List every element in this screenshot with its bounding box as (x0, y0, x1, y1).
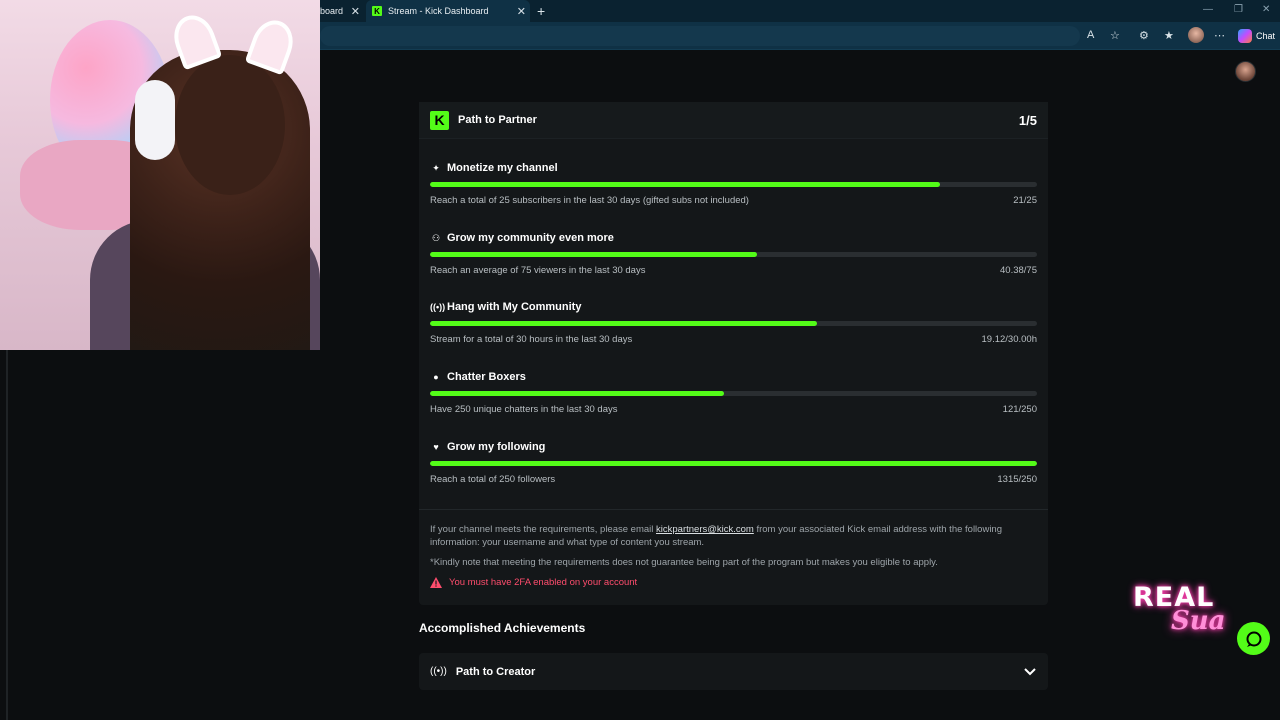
progress-bar (430, 182, 1037, 187)
tab-close-icon[interactable]: ✕ (351, 5, 360, 18)
logo-line2: Sua (1171, 606, 1226, 636)
goal-description: Have 250 unique chatters in the last 30 … (430, 404, 618, 415)
goal-value: 121/250 (1002, 404, 1037, 415)
tab-close-icon[interactable]: ✕ (517, 5, 526, 18)
maximize-icon[interactable]: ❐ (1234, 4, 1243, 15)
tab-label: Stream - Kick Dashboard (388, 6, 489, 16)
goal-value: 1315/250 (997, 474, 1037, 485)
progress-fill (430, 321, 817, 326)
achievement-path-to-creator[interactable]: ((•)) Path to Creator (419, 653, 1048, 690)
chevron-down-icon[interactable] (1023, 665, 1037, 679)
broadcast-icon: ((•)) (430, 666, 447, 677)
goal-value: 21/25 (1013, 195, 1037, 206)
copilot-chat-button[interactable]: Chat (1238, 26, 1275, 46)
panel-header: K Path to Partner 1/5 (419, 102, 1048, 139)
streamer-logo: REAL Sua (1133, 582, 1228, 642)
browser-tab-active[interactable]: K Stream - Kick Dashboard ✕ (366, 0, 530, 22)
email-link[interactable]: kickpartners@kick.com (656, 524, 754, 535)
tab-label: board (320, 6, 344, 16)
progress-bar (430, 461, 1037, 466)
minimize-icon[interactable]: — (1203, 4, 1213, 15)
goal-title: Hang with My Community (447, 301, 582, 313)
goal-item: ⚇ Grow my community even more Reach an av… (430, 231, 1037, 276)
goals-completed-count: 1/5 (1018, 112, 1037, 128)
goal-value: 40.38/75 (1000, 265, 1037, 276)
sidebar-edge (6, 350, 8, 720)
goal-item: ((•)) Hang with My Community Stream for a… (430, 300, 1037, 345)
address-bar[interactable] (320, 26, 1080, 46)
broadcast-icon: ((•)) (430, 302, 446, 312)
goal-item: ● Chatter Boxers Have 250 unique chatters… (430, 370, 1037, 415)
goal-description: Stream for a total of 30 hours in the la… (430, 334, 633, 345)
progress-fill (430, 252, 757, 257)
warning-icon (430, 577, 442, 588)
goal-value: 19.12/30.00h (981, 334, 1037, 345)
note-prefix: If your channel meets the requirements, … (430, 524, 657, 535)
disclaimer-text: *Kindly note that meeting the requiremen… (430, 557, 938, 568)
browser-profile-avatar[interactable] (1188, 27, 1204, 43)
progress-bar (430, 321, 1037, 326)
achievement-label: Path to Creator (455, 665, 536, 678)
favorites-icon[interactable]: ★ (1164, 29, 1174, 42)
panel-title: Path to Partner (458, 114, 537, 126)
kick-logo-icon: K (372, 6, 382, 16)
goal-title: Grow my following (447, 441, 546, 453)
warning-message: You must have 2FA enabled on your accoun… (430, 577, 637, 588)
browser-tab[interactable]: board ✕ (320, 0, 362, 22)
user-avatar[interactable] (1235, 61, 1256, 82)
sparkle-icon: ✦ (432, 162, 440, 173)
goal-item: ♥ Grow my following Reach a total of 250 … (430, 440, 1037, 485)
progress-fill (430, 391, 724, 396)
extension-icon[interactable]: ⚙ (1139, 29, 1149, 42)
progress-bar (430, 252, 1037, 257)
goal-title: Chatter Boxers (447, 371, 526, 383)
new-tab-icon[interactable]: + (537, 3, 545, 19)
kick-logo-icon: K (430, 110, 449, 130)
goal-description: Reach an average of 75 viewers in the la… (430, 265, 646, 276)
achievements-heading: Accomplished Achievements (419, 621, 586, 635)
goal-description: Reach a total of 25 subscribers in the l… (430, 195, 749, 206)
partner-instructions: If your channel meets the requirements, … (430, 523, 1030, 549)
streamer-head (175, 55, 285, 195)
goal-item: ✦ Monetize my channel Reach a total of 25… (430, 161, 1037, 206)
warning-text: You must have 2FA enabled on your accoun… (449, 577, 638, 588)
chat-support-icon (1246, 631, 1261, 647)
read-aloud-icon[interactable]: A (1087, 29, 1094, 41)
chat-bubble-icon: ● (433, 372, 439, 382)
goal-description: Reach a total of 250 followers (430, 474, 556, 485)
window-close-icon[interactable]: ✕ (1262, 4, 1270, 15)
heart-icon: ♥ (433, 442, 439, 452)
more-menu-icon[interactable]: ⋯ (1214, 29, 1225, 42)
webcam-overlay (0, 0, 320, 350)
progress-fill (430, 182, 940, 187)
goal-title: Grow my community even more (447, 232, 614, 244)
copilot-icon (1238, 29, 1252, 43)
divider (419, 509, 1048, 510)
help-chat-button[interactable] (1237, 622, 1270, 655)
progress-fill (430, 461, 1037, 466)
favorite-star-icon[interactable]: ☆ (1110, 29, 1120, 42)
path-to-partner-panel: K Path to Partner 1/5 ✦ Monetize my chann… (419, 102, 1048, 605)
goal-title: Monetize my channel (447, 162, 558, 174)
community-icon: ⚇ (431, 232, 441, 243)
chat-label: Chat (1256, 31, 1276, 41)
headphones (135, 80, 175, 160)
progress-bar (430, 391, 1037, 396)
